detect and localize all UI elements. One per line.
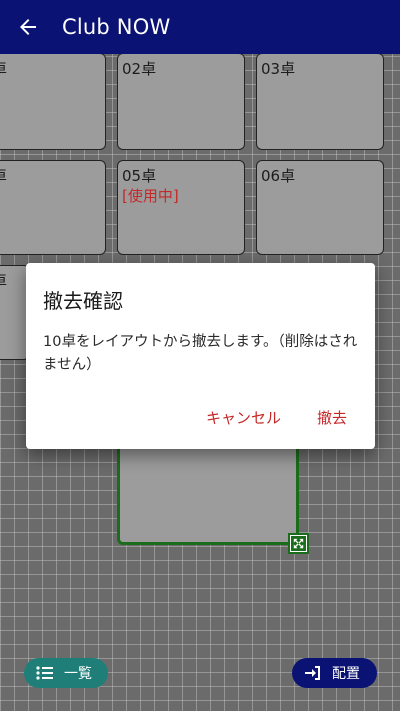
table-label: 02卓	[122, 60, 157, 78]
table-tile[interactable]: 03卓	[256, 53, 384, 150]
list-button[interactable]: 一覧	[24, 658, 108, 688]
table-tile[interactable]: 06卓	[256, 160, 384, 255]
table-tile[interactable]: 02卓	[117, 53, 245, 150]
table-tile[interactable]: 05卓 [使用中]	[117, 160, 245, 255]
table-label: 05卓	[122, 167, 157, 185]
table-tile[interactable]: 卓	[0, 53, 106, 150]
remove-button[interactable]: 撤去	[317, 407, 347, 428]
resize-handle[interactable]	[288, 533, 309, 554]
list-button-label: 一覧	[64, 666, 92, 682]
layout-button[interactable]: 配置	[292, 658, 377, 688]
table-label: 卓	[0, 58, 7, 79]
dialog-message: 10卓をレイアウトから撤去します。（削除はされません）	[43, 334, 358, 373]
dialog-title: 撤去確認	[43, 289, 123, 313]
app-title: Club NOW	[62, 15, 171, 39]
remove-confirm-dialog: 撤去確認 10卓をレイアウトから撤去します。（削除はされません） キャンセル 撤…	[26, 263, 375, 449]
table-label: 卓	[0, 165, 7, 186]
cancel-button[interactable]: キャンセル	[206, 407, 281, 428]
list-icon	[36, 665, 54, 681]
selected-table-tile[interactable]	[117, 440, 299, 545]
resize-icon	[291, 536, 306, 551]
table-label: 06卓	[261, 167, 296, 185]
table-label: 卓	[0, 270, 7, 291]
back-button[interactable]	[0, 0, 56, 54]
table-tile[interactable]: 卓	[0, 160, 106, 255]
arrow-left-icon	[20, 19, 36, 35]
layout-button-label: 配置	[332, 666, 360, 682]
app-bar: Club NOW	[0, 0, 400, 54]
table-status: [使用中]	[122, 187, 179, 205]
sign-in-icon	[304, 665, 322, 681]
table-label: 03卓	[261, 60, 296, 78]
